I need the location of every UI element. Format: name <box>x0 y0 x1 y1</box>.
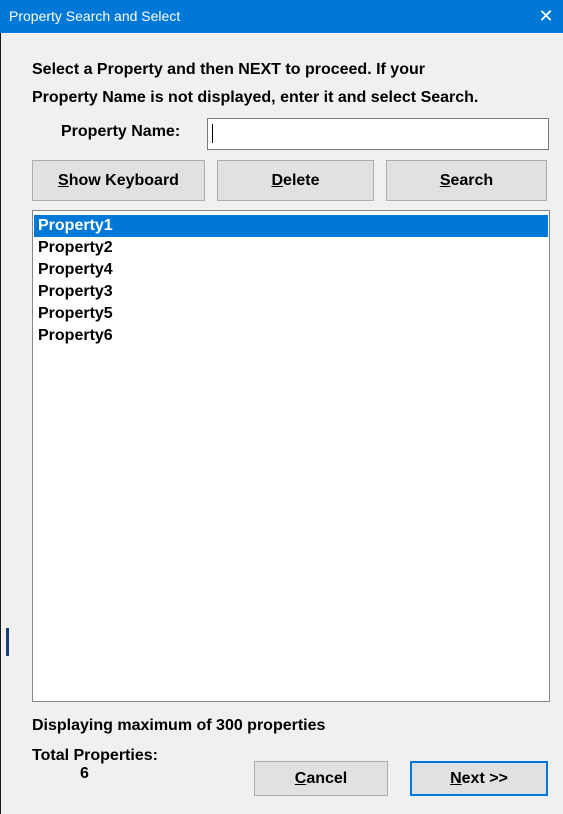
list-item[interactable]: Property6 <box>34 325 548 347</box>
window-title: Property Search and Select <box>9 8 181 24</box>
instructions-line-2: Property Name is not displayed, enter it… <box>32 89 479 106</box>
text-caret <box>212 124 213 143</box>
search-accel: S <box>439 171 451 189</box>
total-properties-value: 6 <box>80 765 89 782</box>
total-properties-label: Total Properties: <box>32 747 158 764</box>
delete-accel: D <box>271 171 284 189</box>
property-list[interactable]: Property1 Property2 Property4 Property3 Prop… <box>32 210 550 702</box>
show-keyboard-label: how Keyboard <box>68 171 179 189</box>
property-search-dialog: Property Search and Select ✕ Select a Pr… <box>0 0 563 814</box>
search-label: earch <box>450 171 494 189</box>
search-button[interactable]: Search <box>386 160 547 201</box>
list-item[interactable]: Property3 <box>34 281 548 303</box>
window-left-border <box>0 33 1 814</box>
cancel-label: ancel <box>306 769 348 787</box>
display-limit-text: Displaying maximum of 300 properties <box>32 717 326 734</box>
title-bar[interactable]: Property Search and Select ✕ <box>0 0 563 33</box>
list-item[interactable]: Property2 <box>34 237 548 259</box>
show-keyboard-accel: S <box>58 171 69 189</box>
cancel-accel: C <box>294 769 307 787</box>
next-button[interactable]: Next >> <box>410 761 548 796</box>
list-item[interactable]: Property5 <box>34 303 548 325</box>
cancel-button[interactable]: Cancel <box>254 761 388 796</box>
list-item[interactable]: Property4 <box>34 259 548 281</box>
instructions-line-1: Select a Property and then NEXT to proce… <box>32 61 425 78</box>
delete-button[interactable]: Delete <box>217 160 374 201</box>
window-edge-mark <box>6 628 9 656</box>
close-icon[interactable]: ✕ <box>529 0 563 33</box>
delete-label: elete <box>283 171 320 189</box>
show-keyboard-button[interactable]: Show Keyboard <box>32 160 205 201</box>
list-item[interactable]: Property1 <box>34 215 548 237</box>
next-label: ext >> <box>461 769 508 787</box>
property-name-input[interactable] <box>207 118 549 150</box>
property-name-label: Property Name: <box>61 123 181 140</box>
next-accel: N <box>450 769 462 787</box>
instructions: Select a Property and then NEXT to proce… <box>32 56 562 112</box>
